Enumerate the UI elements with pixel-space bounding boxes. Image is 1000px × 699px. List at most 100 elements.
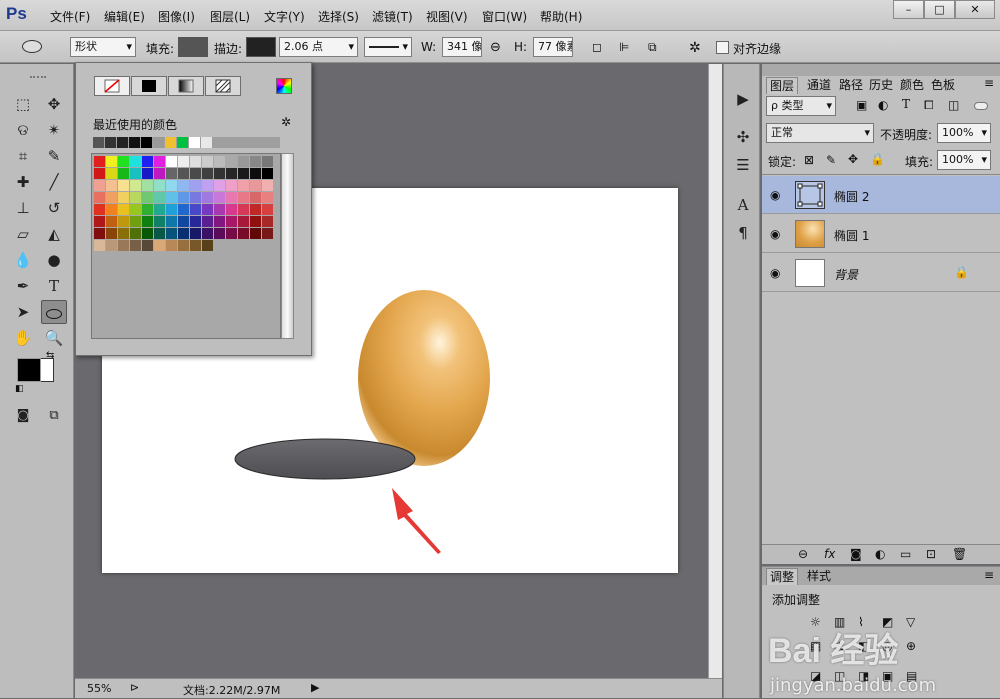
- palette-swatch[interactable]: [226, 156, 237, 167]
- tab-swatches[interactable]: 色板: [928, 77, 958, 94]
- hand-tool-icon[interactable]: ✋: [10, 326, 36, 350]
- quick-mask-icon[interactable]: ◙: [10, 404, 36, 428]
- palette-swatch[interactable]: [178, 168, 189, 179]
- menu-type[interactable]: 文字(Y): [264, 8, 305, 25]
- palette-swatch[interactable]: [250, 156, 261, 167]
- width-input[interactable]: 341 像: [442, 37, 482, 57]
- properties-icon[interactable]: ☰: [732, 156, 754, 176]
- palette-swatch[interactable]: [238, 156, 249, 167]
- palette-swatch[interactable]: [190, 156, 201, 167]
- pen-tool-icon[interactable]: ✒: [10, 274, 36, 298]
- palette-swatch[interactable]: [214, 180, 225, 191]
- new-layer-icon[interactable]: ⊡: [926, 547, 936, 561]
- zoom-level[interactable]: 55%: [87, 682, 111, 695]
- recent-color-swatch[interactable]: [117, 137, 128, 148]
- palette-swatch[interactable]: [94, 228, 105, 239]
- filter-shape-icon[interactable]: ⧠: [924, 98, 934, 113]
- menu-help[interactable]: 帮助(H): [540, 8, 582, 25]
- menu-file[interactable]: 文件(F): [50, 8, 90, 25]
- palette-swatch[interactable]: [166, 168, 177, 179]
- palette-swatch[interactable]: [130, 180, 141, 191]
- layer-row-ellipse-2[interactable]: ◉ 椭圆 2: [762, 176, 1000, 214]
- type-tool-icon[interactable]: T: [41, 274, 67, 298]
- actions-play-icon[interactable]: ▶: [732, 90, 754, 110]
- palette-swatch[interactable]: [154, 192, 165, 203]
- palette-swatch[interactable]: [178, 228, 189, 239]
- character-icon[interactable]: A: [732, 196, 754, 216]
- palette-swatch[interactable]: [262, 192, 273, 203]
- menu-edit[interactable]: 编辑(E): [104, 8, 145, 25]
- fill-color-swatch[interactable]: [178, 37, 208, 57]
- foreground-color-swatch[interactable]: [17, 358, 41, 382]
- swatch-grid[interactable]: [91, 153, 281, 339]
- palette-swatch[interactable]: [238, 216, 249, 227]
- group-folder-icon[interactable]: ▭: [900, 547, 911, 561]
- palette-swatch[interactable]: [178, 204, 189, 215]
- opacity-input[interactable]: 100% ▾: [937, 123, 991, 143]
- palette-swatch[interactable]: [118, 156, 129, 167]
- palette-swatch[interactable]: [226, 204, 237, 215]
- swap-colors-icon[interactable]: ⇆: [46, 350, 54, 361]
- palette-swatch[interactable]: [178, 216, 189, 227]
- palette-swatch[interactable]: [130, 204, 141, 215]
- status-menu-arrow-icon[interactable]: ▶: [311, 681, 319, 694]
- palette-swatch[interactable]: [190, 180, 201, 191]
- close-button[interactable]: ✕: [955, 0, 995, 19]
- palette-swatch[interactable]: [178, 180, 189, 191]
- menu-view[interactable]: 视图(V): [426, 8, 468, 25]
- palette-swatch[interactable]: [250, 180, 261, 191]
- crop-tool-icon[interactable]: ⌗: [10, 144, 36, 168]
- filter-adjustment-icon[interactable]: ◐: [878, 98, 888, 112]
- filter-toggle[interactable]: [974, 102, 988, 110]
- palette-swatch[interactable]: [154, 180, 165, 191]
- tab-paths[interactable]: 路径: [836, 77, 866, 94]
- mode-select[interactable]: 形状 ▾: [70, 37, 136, 57]
- move-tool-icon[interactable]: ✥: [41, 92, 67, 116]
- palette-swatch[interactable]: [166, 192, 177, 203]
- palette-swatch[interactable]: [142, 240, 153, 251]
- palette-swatch[interactable]: [118, 216, 129, 227]
- palette-swatch[interactable]: [130, 156, 141, 167]
- palette-swatch[interactable]: [190, 240, 201, 251]
- eyedropper-tool-icon[interactable]: ✎: [41, 144, 67, 168]
- path-select-tool-icon[interactable]: ➤: [10, 300, 36, 324]
- dodge-tool-icon[interactable]: ●: [41, 248, 67, 272]
- palette-swatch[interactable]: [202, 180, 213, 191]
- palette-swatch[interactable]: [190, 204, 201, 215]
- align-edges-checkbox[interactable]: [716, 41, 729, 54]
- palette-swatch[interactable]: [166, 156, 177, 167]
- gradient-button[interactable]: [168, 76, 204, 96]
- toolbox-grip[interactable]: [30, 76, 46, 78]
- palette-swatch[interactable]: [238, 168, 249, 179]
- recent-color-swatch[interactable]: [141, 137, 152, 148]
- palette-swatch[interactable]: [190, 216, 201, 227]
- palette-swatch[interactable]: [130, 240, 141, 251]
- palette-swatch[interactable]: [106, 156, 117, 167]
- palette-swatch[interactable]: [202, 156, 213, 167]
- palette-swatch[interactable]: [94, 204, 105, 215]
- palette-swatch[interactable]: [166, 240, 177, 251]
- palette-swatch[interactable]: [94, 156, 105, 167]
- tab-styles[interactable]: 样式: [804, 568, 834, 585]
- palette-swatch[interactable]: [202, 228, 213, 239]
- tab-layers[interactable]: 图层: [766, 77, 799, 94]
- tool-presets-icon[interactable]: ✣: [732, 128, 754, 148]
- blur-tool-icon[interactable]: 💧: [10, 248, 36, 272]
- lock-all-icon[interactable]: 🔒: [870, 152, 885, 166]
- canvas-vertical-scrollbar[interactable]: [708, 64, 722, 678]
- palette-swatch[interactable]: [118, 192, 129, 203]
- tab-adjustments[interactable]: 调整: [766, 568, 799, 585]
- recent-color-swatch[interactable]: [189, 137, 200, 148]
- recent-color-swatch[interactable]: [129, 137, 140, 148]
- palette-swatch[interactable]: [262, 204, 273, 215]
- palette-swatch[interactable]: [190, 228, 201, 239]
- palette-swatch[interactable]: [130, 192, 141, 203]
- palette-swatch[interactable]: [250, 228, 261, 239]
- palette-swatch[interactable]: [202, 192, 213, 203]
- default-colors-icon[interactable]: ◧: [15, 384, 24, 394]
- stamp-tool-icon[interactable]: ⊥: [10, 196, 36, 220]
- filter-pixel-icon[interactable]: ▣: [856, 98, 867, 112]
- palette-swatch[interactable]: [262, 216, 273, 227]
- gear-icon[interactable]: ✲: [281, 115, 291, 129]
- palette-swatch[interactable]: [226, 168, 237, 179]
